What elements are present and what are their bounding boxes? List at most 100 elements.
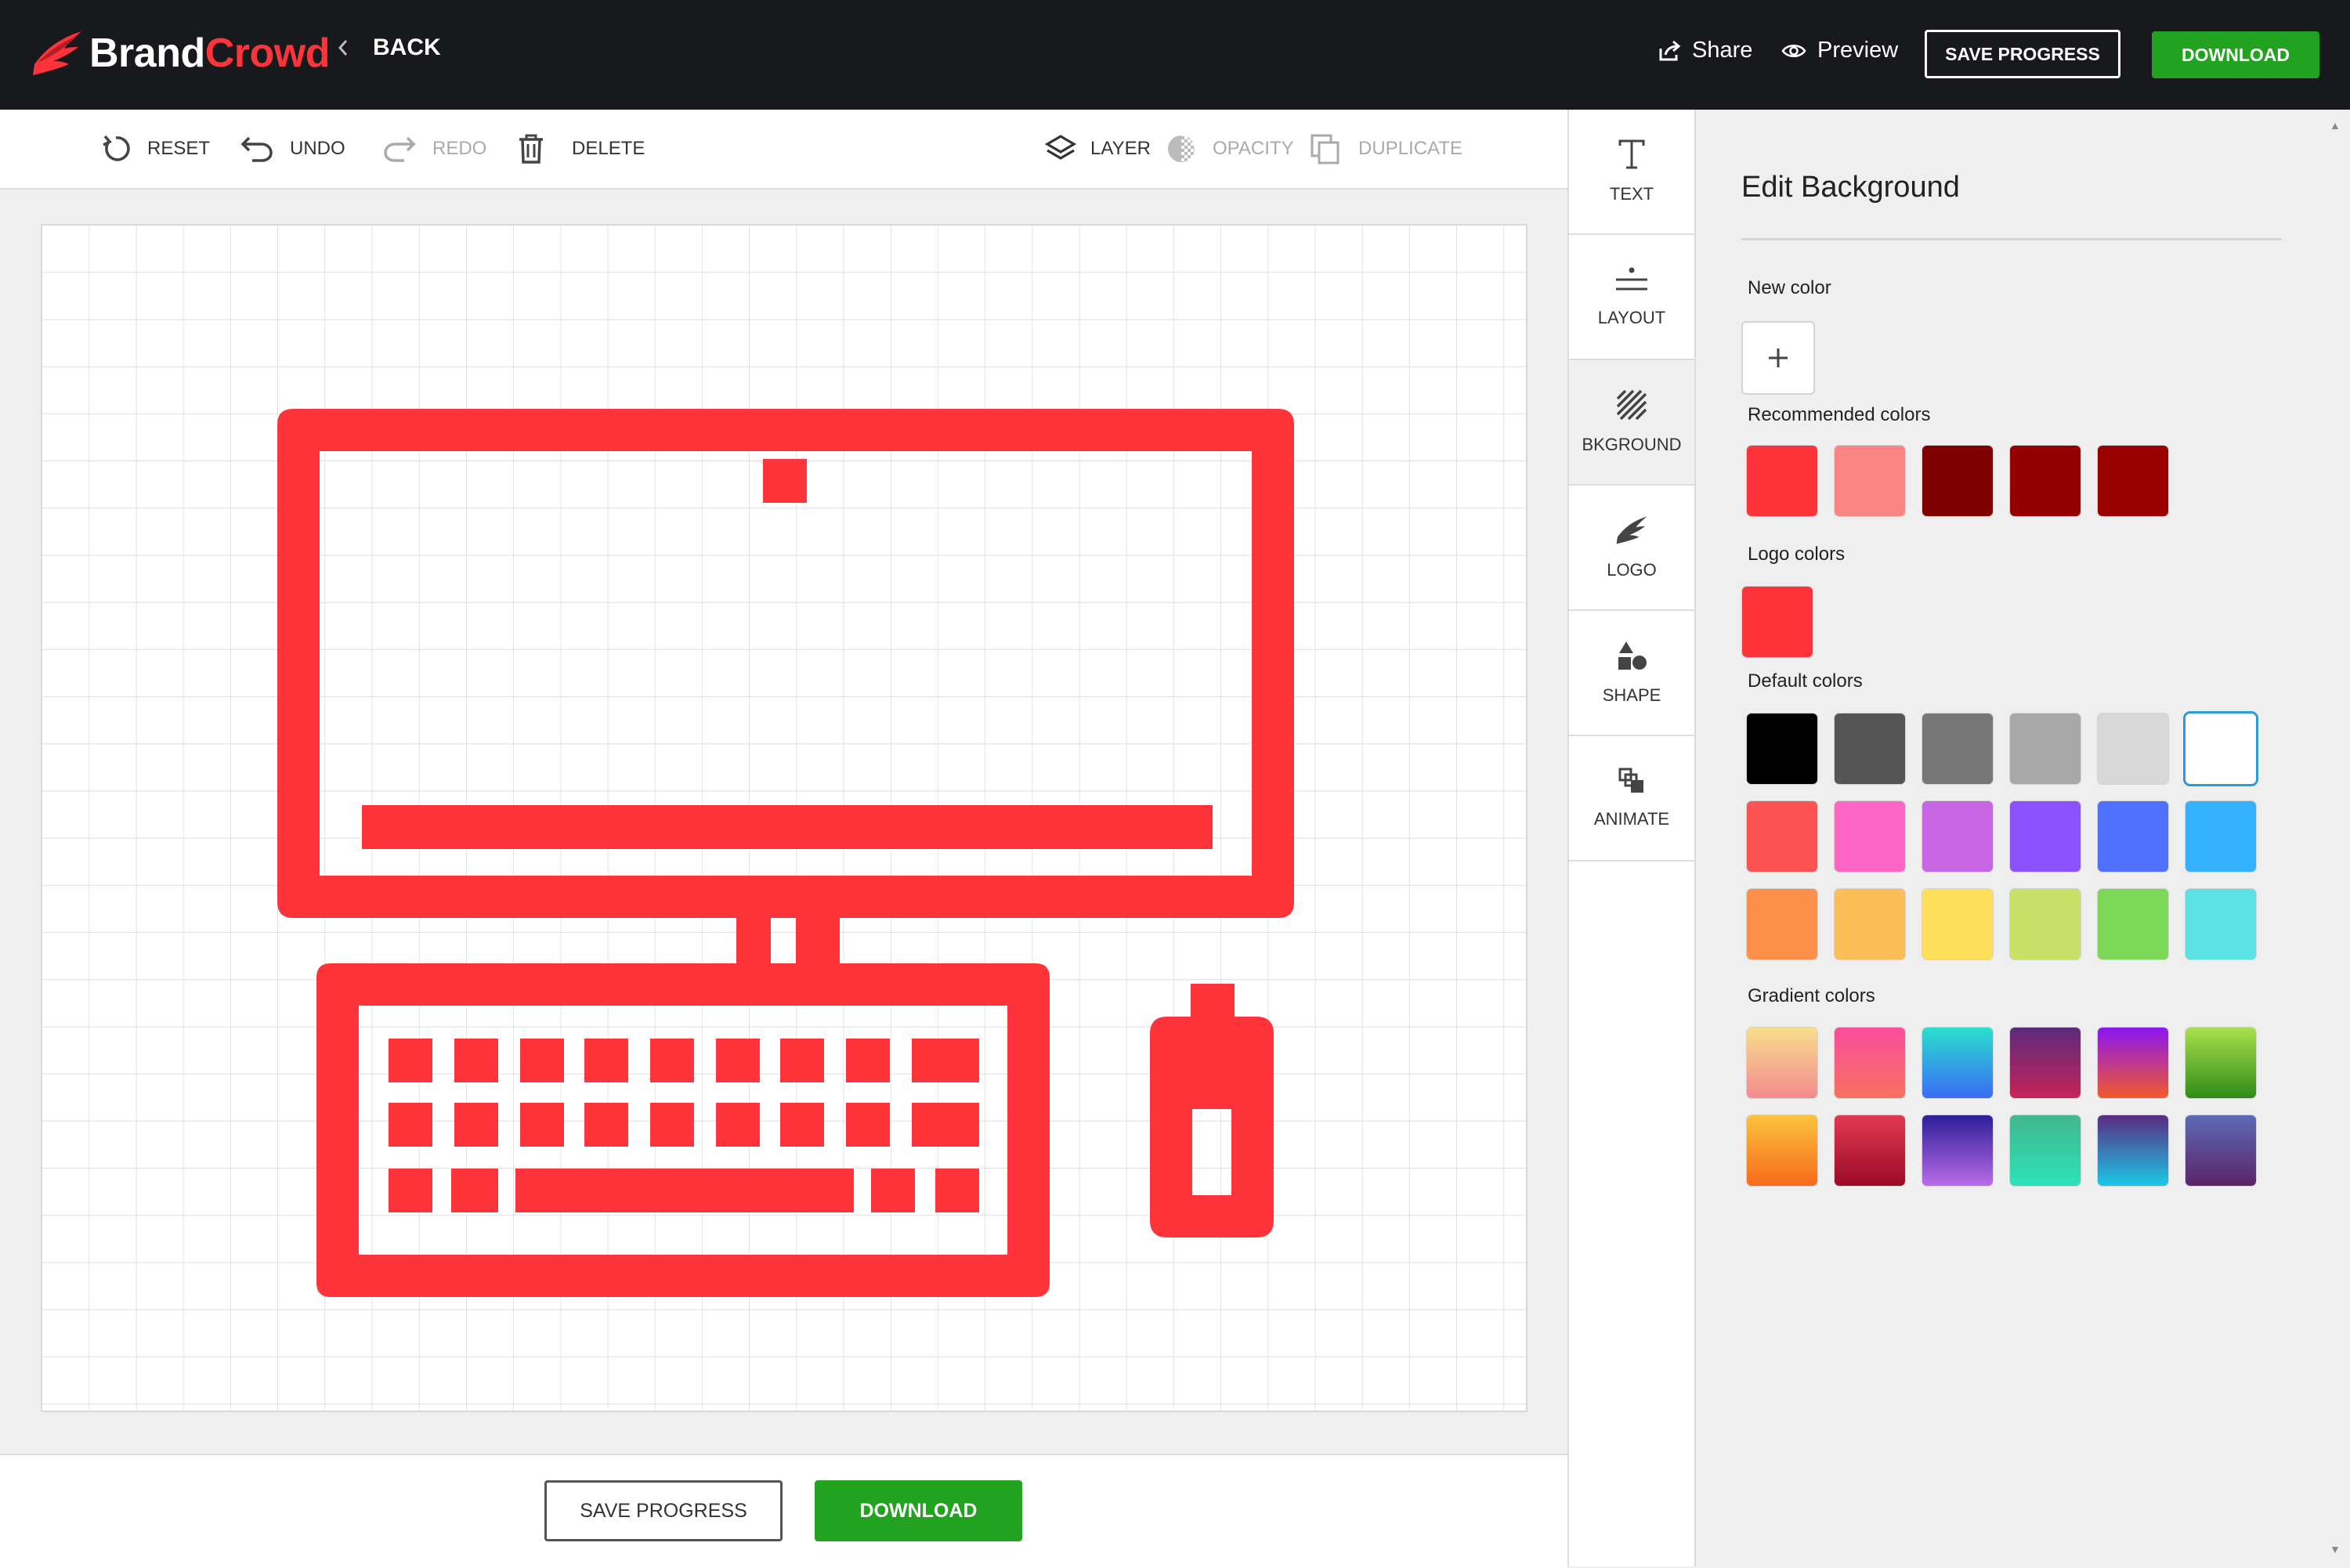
- default-color-swatch[interactable]: [2186, 714, 2256, 784]
- recommended-color-swatch[interactable]: [2010, 446, 2081, 516]
- layer-button[interactable]: LAYER: [1045, 133, 1151, 164]
- logo-color-swatch[interactable]: [1742, 587, 1813, 657]
- layout-icon: [1616, 267, 1647, 291]
- gradient-color-swatch[interactable]: [2098, 1028, 2168, 1098]
- default-color-swatch[interactable]: [1747, 801, 1817, 872]
- logo-icon: [1616, 516, 1647, 544]
- default-color-swatch[interactable]: [1747, 714, 1817, 784]
- default-color-swatch[interactable]: [1835, 889, 1905, 959]
- gradient-color-swatch[interactable]: [2010, 1028, 2081, 1098]
- delete-label: DELETE: [572, 138, 645, 159]
- default-color-swatch[interactable]: [1747, 889, 1817, 959]
- share-button[interactable]: Share: [1658, 38, 1752, 63]
- edit-background-panel: Edit Background New color Recommended co…: [1696, 110, 2350, 1566]
- gradient-color-swatch[interactable]: [1835, 1028, 1905, 1098]
- menu-label-text: TEXT: [1609, 184, 1654, 204]
- share-label: Share: [1692, 38, 1753, 63]
- new-color-label: New color: [1748, 277, 1831, 298]
- default-color-swatch[interactable]: [1922, 889, 1993, 959]
- menu-label-animate: ANIMATE: [1593, 809, 1670, 829]
- animate-icon: [1618, 768, 1643, 793]
- undo-icon: [240, 136, 273, 162]
- desktop-computer-icon[interactable]: [42, 226, 1528, 1412]
- layer-label: LAYER: [1090, 138, 1151, 159]
- default-color-swatch[interactable]: [2186, 889, 2256, 959]
- panel-title: Edit Background: [1741, 171, 1960, 204]
- default-color-swatch[interactable]: [2010, 714, 2081, 784]
- recommended-color-swatch[interactable]: [1835, 446, 1905, 516]
- recommended-colors-label: Recommended colors: [1748, 404, 1931, 425]
- menu-label-shape: SHAPE: [1602, 685, 1661, 705]
- panel-divider: [1741, 238, 2282, 240]
- default-color-swatch[interactable]: [2010, 801, 2081, 872]
- default-color-swatch[interactable]: [2098, 801, 2168, 872]
- save-progress-button[interactable]: SAVE PROGRESS: [1925, 30, 2120, 78]
- opacity-icon: [1168, 135, 1195, 162]
- delete-button[interactable]: DELETE: [517, 133, 645, 164]
- default-color-swatch[interactable]: [1922, 714, 1993, 784]
- scroll-down-arrow[interactable]: ▼: [2330, 1543, 2341, 1555]
- canvas-area: [0, 190, 1567, 1454]
- gradient-color-swatch[interactable]: [1922, 1028, 1993, 1098]
- layers-icon: [1045, 135, 1076, 160]
- menu-item-logo[interactable]: LOGO: [1569, 486, 1694, 611]
- design-canvas[interactable]: [41, 224, 1528, 1412]
- eye-icon: [1781, 44, 1806, 57]
- shape-icon: [1618, 641, 1647, 670]
- side-menu: TEXT LAYOUT BKGROUND LOGO SHAPE ANIMATE: [1567, 110, 1696, 1566]
- recommended-color-swatch[interactable]: [1747, 446, 1817, 516]
- gradient-color-swatch[interactable]: [2186, 1115, 2256, 1186]
- recommended-color-swatch[interactable]: [2098, 446, 2168, 516]
- default-color-swatch[interactable]: [1835, 714, 1905, 784]
- menu-item-text[interactable]: TEXT: [1569, 110, 1694, 235]
- default-color-swatch[interactable]: [2098, 714, 2168, 784]
- gradient-color-swatch[interactable]: [1922, 1115, 1993, 1186]
- opacity-button[interactable]: OPACITY: [1166, 133, 1294, 164]
- menu-item-layout[interactable]: LAYOUT: [1569, 235, 1694, 360]
- download-button[interactable]: DOWNLOAD: [2152, 31, 2319, 78]
- redo-label: REDO: [432, 138, 487, 159]
- default-color-swatch[interactable]: [2010, 889, 2081, 959]
- bottom-bar: SAVE PROGRESS DOWNLOAD: [0, 1454, 1567, 1568]
- background-icon: [1616, 389, 1647, 421]
- gradient-colors-label: Gradient colors: [1748, 985, 1875, 1006]
- redo-button[interactable]: REDO: [382, 133, 486, 164]
- gradient-color-swatch[interactable]: [1747, 1028, 1817, 1098]
- scroll-up-arrow[interactable]: ▲: [2330, 119, 2341, 132]
- reset-label: RESET: [147, 138, 211, 159]
- brandcrowd-logo[interactable]: BrandCrowd: [30, 28, 331, 78]
- bottom-save-progress-button[interactable]: SAVE PROGRESS: [544, 1480, 783, 1541]
- default-color-swatch[interactable]: [1922, 801, 1993, 872]
- menu-label-layout: LAYOUT: [1597, 308, 1666, 327]
- duplicate-button[interactable]: DUPLICATE: [1310, 133, 1462, 164]
- gradient-color-swatch[interactable]: [1835, 1115, 1905, 1186]
- menu-item-background[interactable]: BKGROUND: [1569, 360, 1694, 486]
- menu-label-logo: LOGO: [1607, 560, 1657, 580]
- gradient-color-swatch[interactable]: [2010, 1115, 2081, 1186]
- menu-item-animate[interactable]: ANIMATE: [1569, 736, 1694, 862]
- preview-button[interactable]: Preview: [1781, 38, 1898, 63]
- back-button[interactable]: BACK: [335, 34, 441, 61]
- gradient-color-swatch[interactable]: [2098, 1115, 2168, 1186]
- menu-item-shape[interactable]: SHAPE: [1569, 611, 1694, 736]
- reset-icon: [103, 135, 130, 161]
- brand-name-part2: Crowd: [204, 31, 331, 76]
- default-color-swatch[interactable]: [2186, 801, 2256, 872]
- duplicate-label: DUPLICATE: [1358, 138, 1462, 159]
- gradient-color-swatch[interactable]: [1747, 1115, 1817, 1186]
- text-icon: [1618, 139, 1645, 169]
- gradient-color-swatch[interactable]: [2186, 1028, 2256, 1098]
- opacity-label: OPACITY: [1213, 138, 1294, 159]
- recommended-color-swatch[interactable]: [1922, 446, 1993, 516]
- default-color-swatch[interactable]: [1835, 801, 1905, 872]
- reset-button[interactable]: RESET: [100, 133, 210, 164]
- logo-colors-label: Logo colors: [1748, 544, 1846, 565]
- add-color-button[interactable]: [1741, 321, 1815, 395]
- brandcrowd-bird-icon: [33, 31, 81, 75]
- bottom-download-button[interactable]: DOWNLOAD: [815, 1480, 1022, 1541]
- trash-icon: [519, 134, 543, 164]
- default-color-swatch[interactable]: [2098, 889, 2168, 959]
- undo-button[interactable]: UNDO: [240, 133, 345, 164]
- redo-icon: [384, 136, 416, 162]
- editor-toolbar: RESET UNDO REDO DELETE LAYER OPACITY DUP…: [0, 110, 1567, 190]
